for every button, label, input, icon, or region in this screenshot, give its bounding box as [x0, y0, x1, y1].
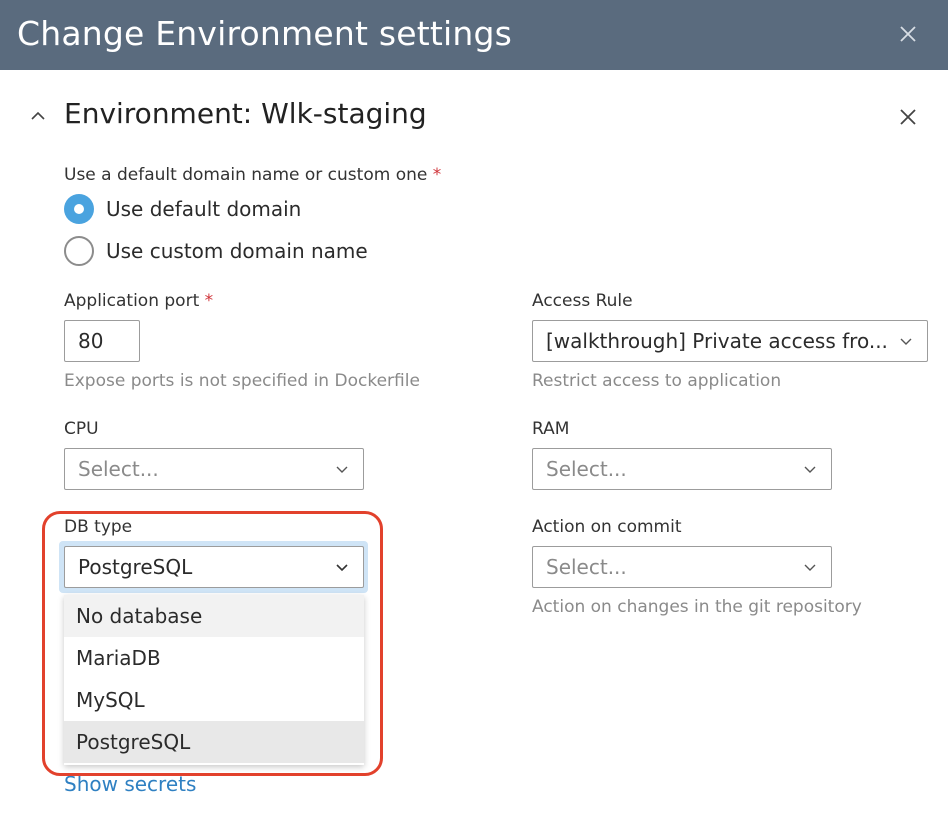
- domain-label-text: Use a default domain name or custom one: [64, 165, 428, 185]
- port-label-text: Application port: [64, 291, 200, 311]
- dialog-header: Change Environment settings: [0, 0, 948, 70]
- port-value: 80: [78, 329, 104, 353]
- db-type-select[interactable]: PostgreSQL: [64, 546, 364, 588]
- radio-custom-domain[interactable]: Use custom domain name: [64, 235, 368, 267]
- access-rule-value: [walkthrough] Private access fro...: [546, 329, 888, 353]
- access-rule-hint: Restrict access to application: [532, 371, 782, 391]
- domain-label: Use a default domain name or custom one …: [64, 165, 441, 185]
- action-on-commit-label: Action on commit: [532, 517, 682, 537]
- dialog-title: Change Environment settings: [17, 14, 513, 53]
- dropdown-option[interactable]: No database: [64, 595, 364, 637]
- radio-default-domain[interactable]: Use default domain: [64, 193, 301, 225]
- chevron-down-icon: [336, 564, 348, 572]
- radio-custom-domain-label: Use custom domain name: [106, 239, 368, 263]
- show-secrets-link[interactable]: Show secrets: [64, 772, 196, 796]
- dropdown-option[interactable]: MariaDB: [64, 637, 364, 679]
- chevron-down-icon: [804, 564, 816, 571]
- access-rule-label: Access Rule: [532, 291, 633, 311]
- db-type-label: DB type: [64, 517, 133, 537]
- chevron-down-icon: [900, 338, 912, 345]
- port-input[interactable]: 80: [64, 320, 140, 362]
- db-type-value: PostgreSQL: [78, 555, 193, 579]
- required-mark: *: [432, 165, 442, 185]
- radio-unchecked-icon[interactable]: [64, 236, 94, 266]
- cpu-label: CPU: [64, 419, 99, 439]
- db-type-dropdown-menu: No database MariaDB MySQL PostgreSQL: [64, 595, 364, 765]
- ram-placeholder: Select...: [546, 457, 627, 481]
- ram-select[interactable]: Select...: [532, 448, 832, 490]
- ram-label: RAM: [532, 419, 570, 439]
- cpu-select[interactable]: Select...: [64, 448, 364, 490]
- chevron-down-icon: [804, 466, 816, 473]
- action-on-commit-select[interactable]: Select...: [532, 546, 832, 588]
- chevron-up-icon[interactable]: [28, 106, 48, 126]
- action-on-commit-hint: Action on changes in the git repository: [532, 597, 862, 617]
- required-mark: *: [204, 291, 214, 311]
- radio-default-domain-label: Use default domain: [106, 197, 302, 221]
- close-icon[interactable]: [896, 22, 920, 46]
- close-icon[interactable]: [896, 105, 920, 129]
- dropdown-option-selected[interactable]: PostgreSQL: [64, 721, 364, 763]
- radio-checked-icon[interactable]: [64, 194, 94, 224]
- chevron-down-icon: [336, 466, 348, 473]
- access-rule-select[interactable]: [walkthrough] Private access fro...: [532, 320, 928, 362]
- port-hint: Expose ports is not specified in Dockerf…: [64, 371, 420, 391]
- section-title: Environment: Wlk-staging: [64, 97, 427, 130]
- cpu-placeholder: Select...: [78, 457, 159, 481]
- port-label: Application port *: [64, 291, 213, 311]
- action-on-commit-placeholder: Select...: [546, 555, 627, 579]
- dropdown-option[interactable]: MySQL: [64, 679, 364, 721]
